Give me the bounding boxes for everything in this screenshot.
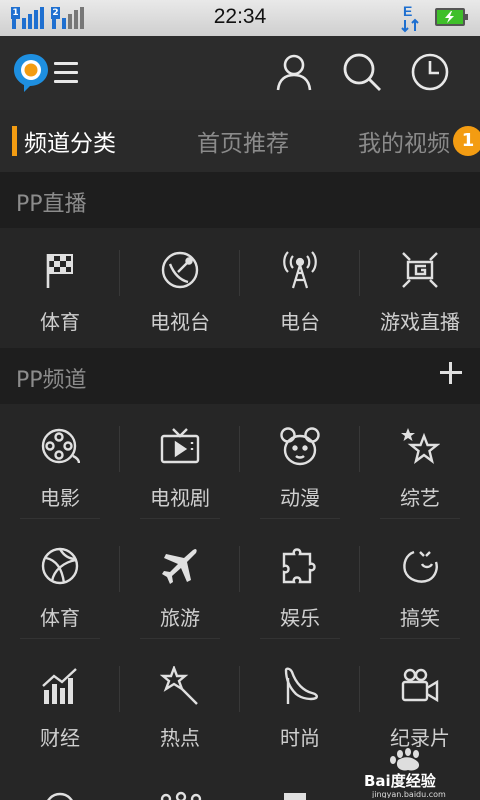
- ball-icon: [40, 546, 80, 586]
- channel-item-travel[interactable]: 旅游: [120, 524, 240, 644]
- battery-charging-icon: [435, 8, 468, 26]
- channel-item-sports[interactable]: 体育: [0, 524, 120, 644]
- channel-item-anime[interactable]: 动漫: [240, 404, 360, 524]
- history-clock-icon[interactable]: [410, 52, 450, 92]
- status-bar: 1 2 22:34 E: [0, 0, 480, 36]
- tab-bar: 频道分类 首页推荐 我的视频: [0, 110, 480, 172]
- checkered-flag-icon: [40, 250, 80, 290]
- row-underline: [380, 638, 460, 639]
- tv-icon: [160, 426, 200, 466]
- watermark-brand: Bai度经验: [364, 772, 437, 790]
- row-underline: [260, 638, 340, 639]
- row-underline: [20, 518, 100, 519]
- live-item-label: 电台: [280, 310, 320, 334]
- partial-row-icon: [158, 790, 204, 800]
- app-header: [0, 36, 480, 110]
- channel-item-label: 财经: [40, 726, 80, 750]
- channel-item-variety[interactable]: 综艺: [360, 404, 480, 524]
- channel-item-label: 综艺: [400, 486, 440, 510]
- channel-item-label: 热点: [160, 726, 200, 750]
- film-reel-icon: [40, 426, 81, 466]
- section-header-live: PP直播: [0, 172, 480, 228]
- channel-item-fashion[interactable]: 时尚: [240, 644, 360, 764]
- watermark-url: jingyan.baidu.com: [371, 790, 446, 798]
- tab-home-recommend[interactable]: 首页推荐: [197, 124, 289, 158]
- live-item-label: 游戏直播: [380, 310, 460, 334]
- airplane-icon: [160, 546, 200, 586]
- channel-item-hot[interactable]: 热点: [120, 644, 240, 764]
- channel-item-finance[interactable]: 财经: [0, 644, 120, 764]
- tab-channel-categories[interactable]: 频道分类: [24, 124, 116, 158]
- partial-row-icon: [42, 790, 78, 800]
- row-underline: [260, 518, 340, 519]
- baidu-jingyan-watermark: Bai度经验 jingyan.baidu.com: [362, 746, 478, 799]
- channel-item-movie[interactable]: 电影: [0, 404, 120, 524]
- network-type-label: E: [403, 3, 412, 19]
- channel-item-label: 电影: [40, 486, 80, 510]
- row-underline: [20, 638, 100, 639]
- game-live-icon: [400, 250, 440, 290]
- channel-item-entertainment[interactable]: 娱乐: [240, 524, 360, 644]
- pptv-logo: [12, 52, 50, 94]
- user-icon[interactable]: [274, 52, 314, 92]
- channel-item-label: 娱乐: [280, 606, 320, 630]
- mouse-head-icon: [280, 426, 320, 466]
- tab-my-videos[interactable]: 我的视频: [358, 124, 450, 158]
- menu-button[interactable]: [54, 62, 80, 84]
- bar-chart-icon: [40, 666, 80, 706]
- search-icon[interactable]: [342, 52, 382, 92]
- channel-item-label: 时尚: [280, 726, 320, 750]
- row-underline: [140, 518, 220, 519]
- channel-item-label: 旅游: [160, 606, 200, 630]
- row-underline: [380, 518, 460, 519]
- active-tab-indicator: [12, 126, 17, 156]
- puzzle-icon: [280, 546, 320, 586]
- magic-wand-icon: [159, 664, 200, 706]
- network-edge-icon: E: [398, 3, 424, 33]
- channel-item-label: 体育: [40, 606, 80, 630]
- live-item-tv-station[interactable]: 电视台: [120, 228, 240, 348]
- live-item-label: 体育: [40, 310, 80, 334]
- live-item-radio[interactable]: 电台: [240, 228, 360, 348]
- section-title-live: PP直播: [16, 192, 87, 217]
- channel-item-label: 电视剧: [150, 486, 210, 510]
- add-channel-icon[interactable]: [438, 360, 464, 386]
- channel-item-funny[interactable]: 搞笑: [360, 524, 480, 644]
- radio-tower-icon: [280, 250, 320, 290]
- my-videos-badge: 1: [453, 126, 480, 156]
- channel-item-label: 动漫: [280, 486, 320, 510]
- satellite-dish-icon: [160, 250, 200, 290]
- live-item-label: 电视台: [150, 310, 210, 334]
- live-item-sports[interactable]: 体育: [0, 228, 120, 348]
- channel-item-tv-series[interactable]: 电视剧: [120, 404, 240, 524]
- high-heel-icon: [280, 666, 320, 706]
- stars-icon: [400, 426, 441, 466]
- live-item-game-live[interactable]: 游戏直播: [360, 228, 480, 348]
- partial-row-icon: [282, 788, 308, 800]
- section-header-channels: PP频道: [0, 348, 480, 404]
- laugh-face-icon: [400, 546, 440, 586]
- channel-item-label: 搞笑: [400, 606, 440, 630]
- section-title-channels: PP频道: [16, 368, 87, 393]
- row-underline: [140, 638, 220, 639]
- video-camera-icon: [400, 666, 440, 706]
